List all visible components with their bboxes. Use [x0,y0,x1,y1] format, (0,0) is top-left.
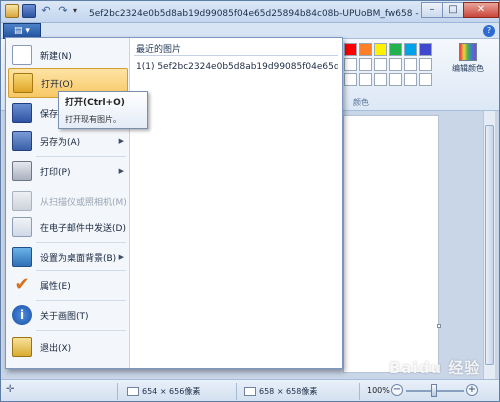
menu-item-exit[interactable]: 退出(X) [8,332,128,362]
window-title: 5ef2bc2324e0b5d8ab19d99085f04e65d25894b8… [89,9,419,19]
zoom-level: 100% [367,386,390,395]
paint-app-icon[interactable] [5,4,19,18]
status-bar: ✛ 654 × 656像素 658 × 658像素 100% − + [1,379,499,401]
close-button[interactable]: ✕ [463,2,499,18]
save-icon [12,103,32,123]
image-size-icon [244,387,256,396]
desktop-background-icon [12,247,32,267]
menu-item-label: 属性(E) [40,281,71,292]
canvas-resize-handle[interactable] [437,324,441,328]
menu-item-properties[interactable]: ✔ 属性(E) [8,270,128,300]
submenu-arrow-icon: ▶ [118,137,124,145]
color-swatch[interactable] [374,73,387,86]
menu-item-label: 打印(P) [40,167,71,178]
menu-item-print[interactable]: 打印(P) ▶ [8,156,128,186]
edit-colors-button[interactable]: 编辑颜色 [443,41,493,74]
paint-application-menu: 新建(N) 打开(O) 保存(S) 另存为(A) ▶ 打印(P) ▶ 从扫描仪或… [5,37,343,369]
selection-size-status: 654 × 656像素 [127,386,200,397]
scrollbar-thumb[interactable] [485,125,494,365]
menu-item-label: 从扫描仪或照相机(M) [40,197,127,208]
email-icon [12,217,32,237]
recent-header-divider [134,55,338,56]
vertical-scrollbar[interactable] [483,111,495,379]
zoom-in-button[interactable]: + [466,384,478,396]
save-icon[interactable] [22,4,36,18]
colors-group-label: 颜色 [353,98,369,107]
print-icon [12,161,32,181]
menu-item-label: 在电子邮件中发送(D) [40,223,126,234]
color-swatch[interactable] [404,58,417,71]
status-separator [117,383,118,400]
recent-pictures-header: 最近的图片 [136,45,182,55]
menu-item-label: 新建(N) [40,51,72,62]
drawing-canvas[interactable] [343,115,439,373]
tooltip-description: 打开现有图片。 [65,115,121,124]
zoom-out-button[interactable]: − [391,384,403,396]
color-swatch[interactable] [404,73,417,86]
move-icon: ✛ [6,384,15,395]
submenu-arrow-icon: ▶ [118,253,124,261]
color-swatch[interactable] [359,73,372,86]
minimize-button[interactable]: – [421,2,443,18]
menu-item-save-as[interactable]: 另存为(A) ▶ [8,126,128,156]
selection-size-icon [127,387,139,396]
tooltip-title: 打开(Ctrl+O) [65,98,125,108]
redo-icon[interactable]: ↷ [56,4,70,18]
color-swatch[interactable] [344,43,357,56]
menu-item-send-email[interactable]: 在电子邮件中发送(D) [8,212,128,242]
title-bar: ↶ ↷ ▾ 5ef2bc2324e0b5d8ab19d99085f04e65d2… [1,1,499,23]
save-as-icon [12,131,32,151]
menu-item-label: 设置为桌面背景(B) [40,253,117,264]
exit-icon [12,337,32,357]
open-icon [13,73,33,93]
window-controls: – □ ✕ [421,2,499,18]
help-icon[interactable]: ? [483,25,495,37]
edit-colors-icon [459,43,477,61]
color-swatch[interactable] [359,43,372,56]
recent-picture-item[interactable]: 1(1) 5ef2bc2324e0b5d8ab19d99085f04e65d25… [136,62,338,72]
submenu-arrow-icon: ▶ [118,167,124,175]
open-tooltip: 打开(Ctrl+O) 打开现有图片。 [58,91,148,129]
watermark: Baidu 经验 [389,359,481,377]
color-swatch[interactable] [419,43,432,56]
menu-separator [36,330,126,331]
color-swatch[interactable] [359,58,372,71]
menu-item-label: 退出(X) [40,343,72,354]
customize-toolbar-icon[interactable]: ▾ [73,4,81,18]
menu-item-set-desktop-background[interactable]: 设置为桌面背景(B) ▶ [8,242,128,272]
recent-pictures-panel: 最近的图片 1(1) 5ef2bc2324e0b5d8ab19d99085f04… [130,38,342,368]
color-swatch[interactable] [344,58,357,71]
status-separator [236,383,237,400]
color-palette [344,43,432,86]
undo-icon[interactable]: ↶ [39,4,53,18]
color-swatch[interactable] [419,58,432,71]
image-size-status: 658 × 658像素 [244,386,317,397]
selection-size-text: 654 × 656像素 [142,387,201,396]
menu-commands: 新建(N) 打开(O) 保存(S) 另存为(A) ▶ 打印(P) ▶ 从扫描仪或… [6,38,130,368]
color-swatch[interactable] [389,73,402,86]
menu-item-new[interactable]: 新建(N) [8,40,128,70]
color-swatch[interactable] [389,58,402,71]
color-swatch[interactable] [344,73,357,86]
zoom-slider-thumb[interactable] [431,384,437,397]
menu-item-label: 打开(O) [41,79,74,90]
menu-item-label: 另存为(A) [40,137,81,148]
maximize-button[interactable]: □ [442,2,464,18]
paint-window: ↶ ↷ ▾ 5ef2bc2324e0b5d8ab19d99085f04e65d2… [0,0,500,402]
edit-colors-label: 编辑颜色 [452,64,484,73]
color-swatch[interactable] [374,43,387,56]
new-icon [12,45,32,65]
about-icon: i [12,305,32,325]
menu-item-about-paint[interactable]: i 关于画图(T) [8,300,128,330]
color-swatch[interactable] [419,73,432,86]
menu-item-label: 关于画图(T) [40,311,89,322]
image-size-text: 658 × 658像素 [259,387,318,396]
quick-access-toolbar: ↶ ↷ ▾ [5,4,81,18]
color-swatch[interactable] [389,43,402,56]
scanner-icon [12,191,32,211]
status-separator [359,383,360,400]
color-swatch[interactable] [374,58,387,71]
color-swatch[interactable] [404,43,417,56]
properties-icon: ✔ [14,274,30,295]
